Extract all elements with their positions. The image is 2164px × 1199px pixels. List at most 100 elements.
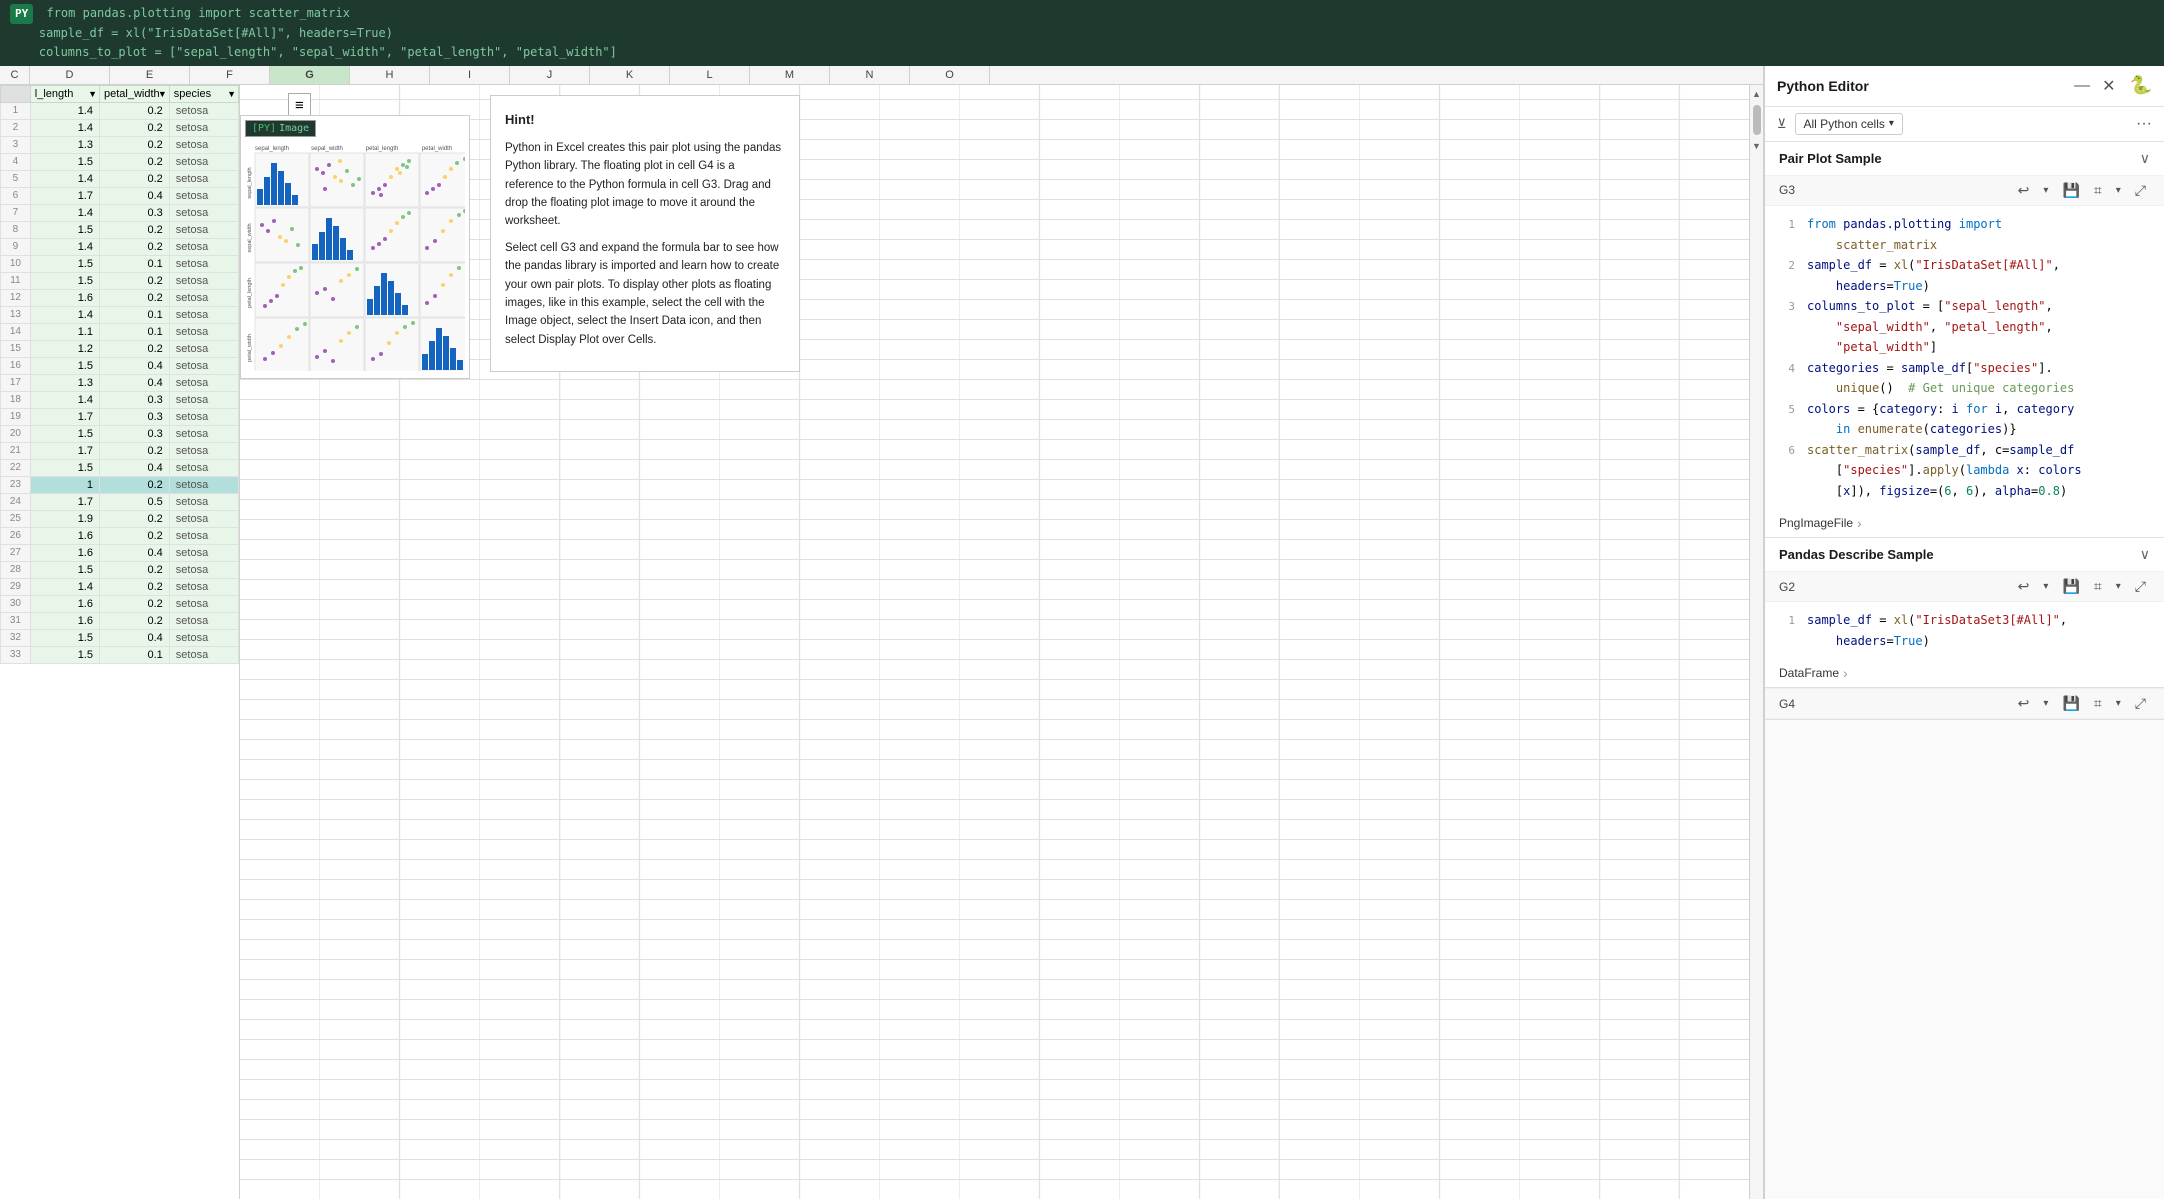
cell-group-g4: G4 ↩ ▾ 💾 ⌗ ▾ ⤢ xyxy=(1765,688,2164,720)
scroll-down-arrow[interactable]: ▼ xyxy=(1752,139,1761,153)
table-row: 1.4 xyxy=(30,170,99,187)
run-dropdown-g3[interactable]: ▾ xyxy=(2112,183,2125,198)
filter-arrow-3[interactable]: ▼ xyxy=(227,89,236,99)
table-row: 1.5 xyxy=(30,357,99,374)
output-label-df: DataFrame xyxy=(1779,666,1839,680)
formula-line-2: sample_df = xl("IrisDataSet[#All]", head… xyxy=(39,26,393,40)
table-row: 1.5 xyxy=(30,561,99,578)
table-row: setosa xyxy=(169,425,238,442)
table-row: 0.1 xyxy=(99,306,169,323)
col-header-j: J xyxy=(510,66,590,84)
run-button-g2[interactable]: ⌗ xyxy=(2090,576,2106,597)
pandas-describe-title: Pandas Describe Sample xyxy=(1779,547,1934,562)
vertical-scrollbar[interactable]: ▲ ▼ xyxy=(1749,85,1763,1199)
table-row: setosa xyxy=(169,255,238,272)
save-button-g3[interactable]: 💾 xyxy=(2058,180,2083,201)
cell-group-header-pandas[interactable]: Pandas Describe Sample ∨ xyxy=(1765,538,2164,571)
col-header-n: N xyxy=(830,66,910,84)
filter-arrow-2[interactable]: ▼ xyxy=(158,89,167,99)
col-header-l-length[interactable]: l_length ▼ xyxy=(30,85,99,102)
table-row: 1.5 xyxy=(30,425,99,442)
filter-label: All Python cells xyxy=(1804,117,1885,131)
undo-dropdown-g4[interactable]: ▾ xyxy=(2039,696,2052,711)
cell-group-pair-plot: Pair Plot Sample ∨ G3 ↩ ▾ 💾 ⌗ ▾ ⤢ 1from … xyxy=(1765,142,2164,538)
table-row: 1.3 xyxy=(30,136,99,153)
undo-button-g4[interactable]: ↩ xyxy=(2014,693,2034,714)
cell-ref-g2: G2 xyxy=(1779,580,2008,594)
table-row: setosa xyxy=(169,646,238,663)
filter-dropdown-icon: ▾ xyxy=(1889,118,1894,129)
table-row: setosa xyxy=(169,204,238,221)
scroll-up-arrow[interactable]: ▲ xyxy=(1752,87,1761,101)
cell-group-pandas-describe: Pandas Describe Sample ∨ G2 ↩ ▾ 💾 ⌗ ▾ ⤢ … xyxy=(1765,538,2164,688)
table-row: 0.2 xyxy=(99,170,169,187)
table-row: setosa xyxy=(169,153,238,170)
pandas-describe-expand-icon[interactable]: ∨ xyxy=(2140,546,2150,563)
table-row: 1.3 xyxy=(30,374,99,391)
svg-text:petal_width: petal_width xyxy=(422,146,452,152)
table-row: 1.5 xyxy=(30,629,99,646)
undo-button-g2[interactable]: ↩ xyxy=(2014,576,2034,597)
col-header-petal-width[interactable]: petal_width ▼ xyxy=(99,85,169,102)
table-row: setosa xyxy=(169,187,238,204)
table-row: 0.4 xyxy=(99,187,169,204)
table-row: 0.1 xyxy=(99,646,169,663)
expand-code-g4[interactable]: ⤢ xyxy=(2131,693,2150,714)
all-python-cells-button[interactable]: All Python cells ▾ xyxy=(1795,113,1903,135)
output-row-dataframe[interactable]: DataFrame › xyxy=(1765,659,2164,687)
table-row: 1.1 xyxy=(30,323,99,340)
table-row: 0.2 xyxy=(99,510,169,527)
table-row: setosa xyxy=(169,323,238,340)
svg-text:sepal_width: sepal_width xyxy=(247,223,253,252)
spreadsheet: C D E F G H I J K L M N O xyxy=(0,66,1764,1199)
col-header-c: C xyxy=(0,66,30,84)
table-row: 1.6 xyxy=(30,544,99,561)
undo-button-g3[interactable]: ↩ xyxy=(2014,180,2034,201)
run-dropdown-g4[interactable]: ▾ xyxy=(2112,696,2125,711)
col-header-e: E xyxy=(110,66,190,84)
pair-plot-expand-icon[interactable]: ∨ xyxy=(2140,150,2150,167)
table-row: 1.4 xyxy=(30,578,99,595)
table-row: 1.7 xyxy=(30,442,99,459)
expand-code-g2[interactable]: ⤢ xyxy=(2131,576,2150,597)
col-header-species[interactable]: species ▼ xyxy=(169,85,238,102)
hint-para-2: Select cell G3 and expand the formula ba… xyxy=(505,239,785,349)
pair-plot-chart: sepal_length sepal_width petal_length pe… xyxy=(245,141,465,371)
table-row: 1.4 xyxy=(30,102,99,119)
expand-code-g3[interactable]: ⤢ xyxy=(2131,180,2150,201)
scroll-thumb[interactable] xyxy=(1753,105,1761,135)
editor-header-icons: — ✕ 🐍 xyxy=(2072,74,2152,98)
table-row: setosa xyxy=(169,459,238,476)
col-header-l: L xyxy=(670,66,750,84)
undo-dropdown-g2[interactable]: ▾ xyxy=(2039,579,2052,594)
table-row: 0.2 xyxy=(99,221,169,238)
close-button[interactable]: ✕ xyxy=(2100,74,2117,98)
table-row: 0.1 xyxy=(99,323,169,340)
table-row: 0.2 xyxy=(99,527,169,544)
table-row: 0.1 xyxy=(99,255,169,272)
table-row: 1.6 xyxy=(30,595,99,612)
minimize-button[interactable]: — xyxy=(2072,75,2092,97)
filter-arrow-1[interactable]: ▼ xyxy=(88,89,97,99)
py-image-label[interactable]: [PY] Image xyxy=(245,120,316,137)
table-row: 0.3 xyxy=(99,408,169,425)
output-row-pngimage[interactable]: PngImageFile › xyxy=(1765,509,2164,537)
save-button-g2[interactable]: 💾 xyxy=(2058,576,2083,597)
editor-body[interactable]: Pair Plot Sample ∨ G3 ↩ ▾ 💾 ⌗ ▾ ⤢ 1from … xyxy=(1765,142,2164,1199)
undo-dropdown-g3[interactable]: ▾ xyxy=(2039,183,2052,198)
table-row: setosa xyxy=(169,272,238,289)
table-row: 1 xyxy=(30,476,99,493)
table-row: 0.2 xyxy=(99,561,169,578)
save-button-g4[interactable]: 💾 xyxy=(2058,693,2083,714)
more-options-button[interactable]: ··· xyxy=(2136,115,2152,133)
table-row: 1.4 xyxy=(30,391,99,408)
run-button-g4[interactable]: ⌗ xyxy=(2090,693,2106,714)
py-badge: PY xyxy=(10,4,33,24)
table-row: 1.4 xyxy=(30,238,99,255)
run-dropdown-g2[interactable]: ▾ xyxy=(2112,579,2125,594)
editor-title: Python Editor xyxy=(1777,78,2072,94)
run-button-g3[interactable]: ⌗ xyxy=(2090,180,2106,201)
table-row: 1.2 xyxy=(30,340,99,357)
table-row: 0.2 xyxy=(99,340,169,357)
cell-group-header-pair-plot[interactable]: Pair Plot Sample ∨ xyxy=(1765,142,2164,175)
